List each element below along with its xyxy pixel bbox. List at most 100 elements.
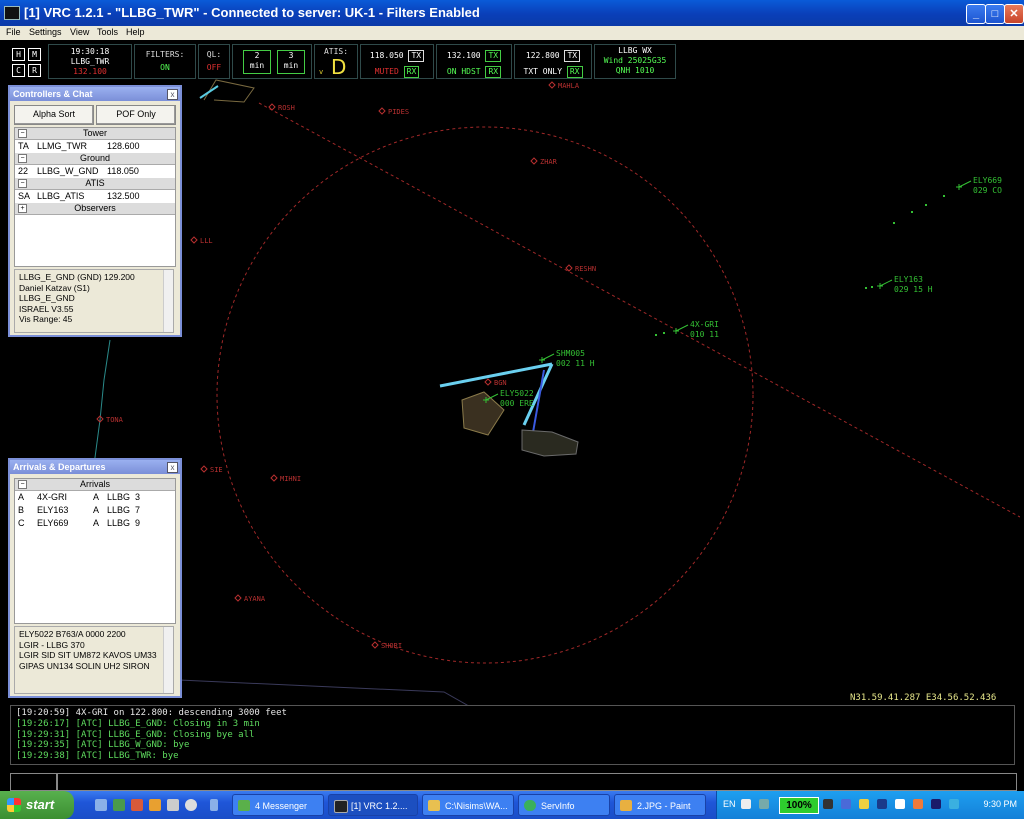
group-ground[interactable]: − Ground xyxy=(15,153,175,165)
vrc-icon xyxy=(334,800,348,813)
menu-view[interactable]: View xyxy=(70,27,89,37)
atis-box[interactable]: ATIS: v D xyxy=(314,44,358,79)
fp-line: LGIR - LLBG 370 xyxy=(19,639,85,650)
group-arrivals[interactable]: − Arrivals xyxy=(15,479,175,491)
zoom-level-indicator[interactable]: 100% xyxy=(779,797,819,814)
freq-3-status: TXT ONLY xyxy=(523,67,563,76)
tray-volume-icon[interactable] xyxy=(949,799,959,809)
aircraft-data-tag[interactable]: 000 ERE xyxy=(500,399,534,408)
aircraft-data-tag[interactable]: 029 CO xyxy=(973,186,1002,195)
tray-media-icon[interactable] xyxy=(931,799,941,809)
help-icon[interactable] xyxy=(741,799,751,809)
filters-box[interactable]: FILTERS: ON xyxy=(134,44,196,79)
hdr-key-r[interactable]: R xyxy=(28,64,41,77)
arrival-row[interactable]: A 4X-GRI A LLBG 3 xyxy=(15,491,175,504)
arrival-row[interactable]: B ELY163 A LLBG 7 xyxy=(15,504,175,517)
chat-line: [19:29:31] [ATC] LLBG_E_GND: Closing bye… xyxy=(16,729,255,740)
controllers-close-button[interactable]: x xyxy=(167,89,178,100)
tray-chart-icon[interactable] xyxy=(895,799,905,809)
arrival-row[interactable]: C ELY669 A LLBG 9 xyxy=(15,517,175,530)
freq-3-tx[interactable]: TX xyxy=(564,50,581,62)
ql-box[interactable]: QL: OFF xyxy=(198,44,230,79)
aircraft-data-tag[interactable]: 002 11 H xyxy=(556,359,595,368)
hdr-key-m[interactable]: M xyxy=(28,48,41,61)
collapse-icon[interactable]: − xyxy=(18,129,27,138)
timer-2min[interactable]: 2 min xyxy=(243,50,271,74)
group-tower[interactable]: − Tower xyxy=(15,128,175,140)
taskbar-messenger[interactable]: 4 Messenger xyxy=(232,794,324,816)
close-button[interactable]: ✕ xyxy=(1004,4,1024,24)
taskbar-explorer[interactable]: C:\Nisims\WA... xyxy=(422,794,514,816)
taskbar-vrc[interactable]: [1] VRC 1.2.... xyxy=(328,794,418,816)
timer-3min[interactable]: 3 min xyxy=(277,50,305,74)
arrdep-panel-title[interactable]: Arrivals & Departures xyxy=(10,460,180,474)
quicklaunch-desktop-icon[interactable] xyxy=(95,799,107,811)
quicklaunch-media-icon[interactable] xyxy=(149,799,161,811)
controller-row[interactable]: TA LLMG_TWR 128.600 xyxy=(15,140,175,153)
language-indicator[interactable]: EN xyxy=(723,799,736,809)
expand-icon[interactable]: + xyxy=(18,204,27,213)
menu-file[interactable]: File xyxy=(6,27,21,37)
freq-1-rx[interactable]: RX xyxy=(403,66,420,78)
group-observers[interactable]: + Observers xyxy=(15,203,175,215)
freq-2-tx[interactable]: TX xyxy=(485,50,502,62)
tray-user-icon[interactable] xyxy=(841,799,851,809)
aircraft-callsign-tag[interactable]: ELY5022 xyxy=(500,389,534,398)
tray-b-icon[interactable] xyxy=(877,799,887,809)
quicklaunch-player-icon[interactable] xyxy=(185,799,197,811)
aircraft-callsign-tag[interactable]: 4X-GRI xyxy=(690,320,719,329)
controller-row[interactable]: 22 LLBG_W_GND 118.050 xyxy=(15,165,175,178)
collapse-icon[interactable]: − xyxy=(18,480,27,489)
maximize-button[interactable]: □ xyxy=(985,4,1005,24)
aircraft-data-tag[interactable]: 029 15 H xyxy=(894,285,933,294)
traffic-layer: ELY669029 CO ELY163029 15 H 4X-GRI010 11 SH… xyxy=(483,176,1002,408)
aircraft-callsign-tag[interactable]: SHM005 xyxy=(556,349,585,358)
network-icon[interactable] xyxy=(759,799,769,809)
quicklaunch-app-icon[interactable] xyxy=(131,799,143,811)
info-scrollbar[interactable] xyxy=(163,270,173,332)
leader-line xyxy=(541,353,555,361)
aircraft-callsign-tag[interactable]: ELY163 xyxy=(894,275,923,284)
messenger-icon xyxy=(238,800,250,811)
quicklaunch-expand-icon[interactable] xyxy=(210,799,218,811)
collapse-icon[interactable]: − xyxy=(18,179,27,188)
info-line: ISRAEL V3.55 xyxy=(19,303,74,314)
chat-log[interactable]: [19:20:59] 4X-GRI on 122.800: descending… xyxy=(10,705,1015,765)
start-button[interactable]: start xyxy=(0,791,74,819)
controllers-panel-title[interactable]: Controllers & Chat xyxy=(10,87,180,101)
freq-box-2[interactable]: 132.100 TX ON HDST RX xyxy=(436,44,512,79)
tray-messenger-icon[interactable] xyxy=(859,799,869,809)
freq-box-3[interactable]: 122.800 TX TXT ONLY RX xyxy=(514,44,592,79)
minimize-button[interactable]: _ xyxy=(966,4,986,24)
weather-title: LLBG WX xyxy=(618,46,652,55)
arrdep-close-button[interactable]: x xyxy=(167,462,178,473)
menu-tools[interactable]: Tools xyxy=(97,27,118,37)
arrival-callsign: 4X-GRI xyxy=(37,492,68,502)
terminal-area xyxy=(461,391,505,436)
weather-box[interactable]: LLBG WX Wind 25025G35 QNH 1010 xyxy=(594,44,676,79)
alpha-sort-button[interactable]: Alpha Sort xyxy=(14,105,94,125)
flightplan-info-box: ELY5022 B763/A 0000 2200 LGIR - LLBG 370… xyxy=(14,626,174,694)
collapse-icon[interactable]: − xyxy=(18,154,27,163)
tray-app-icon[interactable] xyxy=(823,799,833,809)
aircraft-callsign-tag[interactable]: ELY669 xyxy=(973,176,1002,185)
aircraft-data-tag[interactable]: 010 11 xyxy=(690,330,719,339)
hdr-key-h[interactable]: H xyxy=(12,48,25,61)
freq-3-rx[interactable]: RX xyxy=(566,66,583,78)
controller-row[interactable]: SA LLBG_ATIS 132.500 xyxy=(15,190,175,203)
freq-2-rx[interactable]: RX xyxy=(485,66,502,78)
quicklaunch-excel-icon[interactable] xyxy=(113,799,125,811)
group-atis[interactable]: − ATIS xyxy=(15,178,175,190)
command-line-input[interactable] xyxy=(10,773,1017,791)
menu-settings[interactable]: Settings xyxy=(29,27,62,37)
tray-misc-icon[interactable] xyxy=(913,799,923,809)
freq-1-tx[interactable]: TX xyxy=(408,50,425,62)
hdr-key-c[interactable]: C xyxy=(12,64,25,77)
pof-only-button[interactable]: POF Only xyxy=(96,105,176,125)
freq-box-1[interactable]: 118.050 TX MUTED RX xyxy=(360,44,434,79)
menu-help[interactable]: Help xyxy=(126,27,145,37)
fp-scrollbar[interactable] xyxy=(163,627,173,693)
quicklaunch-browser-icon[interactable] xyxy=(167,799,179,811)
taskbar-servinfo[interactable]: ServInfo xyxy=(518,794,610,816)
taskbar-paint[interactable]: 2.JPG - Paint xyxy=(614,794,706,816)
